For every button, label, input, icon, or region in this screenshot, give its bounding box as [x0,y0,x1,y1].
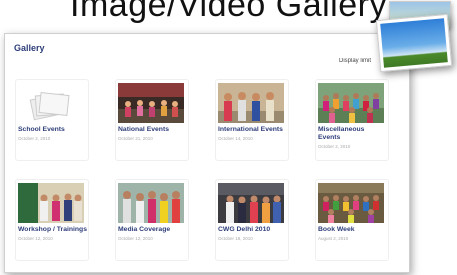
gallery-item-school-events[interactable]: School Events October 2, 2010 [15,79,89,161]
gallery-item-date: October 14, 2010 [218,136,253,141]
gallery-item-national-events[interactable]: National Events October 21, 2010 [115,79,189,161]
gallery-item-title[interactable]: Miscellaneous Events October 2, 2010 [318,126,388,151]
preview-image-sky [375,13,453,73]
gallery-item-media-coverage[interactable]: Media Coverage October 12, 2010 [115,179,189,261]
gallery-item-date: October 12, 2010 [18,236,53,241]
gallery-item-cwg-delhi-2010[interactable]: CWG Delhi 2010 October 18, 2010 [215,179,289,261]
gallery-item-title[interactable]: National Events October 21, 2010 [118,126,188,143]
gallery-item-international-events[interactable]: International Events October 14, 2010 [215,79,289,161]
group-photo [218,83,284,123]
gallery-item-title[interactable]: International Events October 14, 2010 [218,126,288,143]
gallery-item-date: October 21, 2010 [118,136,153,141]
gallery-item-title[interactable]: School Events October 2, 2010 [18,126,88,143]
gallery-panel: Gallery Display limit School Events Octo… [4,33,410,273]
landscape-photo [380,18,448,68]
group-photo [18,183,84,223]
gallery-item-title[interactable]: Workshop / Trainings October 12, 2010 [18,226,88,243]
group-photo [218,183,284,223]
gallery-item-title[interactable]: Book Week August 2, 2010 [318,226,388,243]
group-photo [318,183,384,223]
gallery-item-date: August 2, 2010 [318,236,349,241]
gallery-item-title[interactable]: CWG Delhi 2010 October 18, 2010 [218,226,288,243]
gallery-item-date: October 2, 2010 [318,144,351,149]
gallery-item-date: October 2, 2010 [18,136,51,141]
gallery-title: Gallery [14,43,45,53]
gallery-item-date: October 12, 2010 [118,236,153,241]
placeholder-stack-icon [18,83,84,123]
gallery-item-book-week[interactable]: Book Week August 2, 2010 [315,179,389,261]
group-photo [118,183,184,223]
stage-performance-photo [118,83,184,123]
gallery-item-date: October 18, 2010 [218,236,253,241]
gallery-item-workshop-trainings[interactable]: Workshop / Trainings October 12, 2010 [15,179,89,261]
gallery-item-title[interactable]: Media Coverage October 12, 2010 [118,226,188,243]
group-photo [318,83,384,123]
gallery-item-miscellaneous-events[interactable]: Miscellaneous Events October 2, 2010 [315,79,389,161]
